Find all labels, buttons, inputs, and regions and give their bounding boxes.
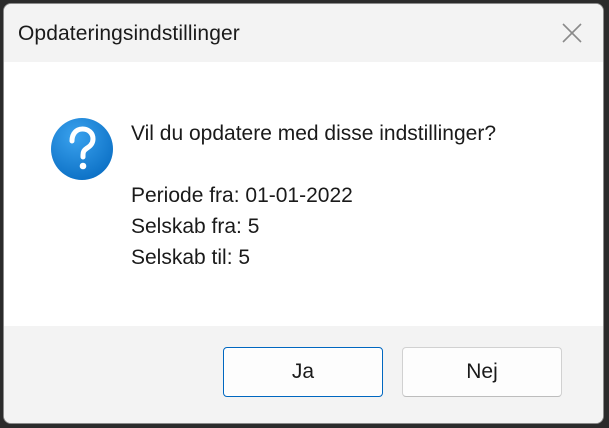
close-button[interactable]	[541, 4, 603, 62]
yes-button[interactable]: Ja	[223, 347, 383, 397]
button-bar: Ja Nej	[4, 326, 603, 423]
dialog-content: Vil du opdatere med disse indstillinger?…	[4, 62, 603, 326]
question-text: Vil du opdatere med disse indstillinger?	[131, 122, 496, 145]
detail-company-to: Selskab til: 5	[131, 246, 251, 269]
dialog-title: Opdateringsindstillinger	[18, 22, 240, 45]
title-bar[interactable]: Opdateringsindstillinger	[4, 4, 603, 62]
question-icon	[51, 118, 113, 180]
update-settings-dialog: Opdateringsindstillinger Vil du opdatere…	[3, 3, 604, 424]
close-icon	[562, 23, 582, 43]
detail-period-from: Periode fra: 01-01-2022	[131, 184, 353, 207]
detail-company-from: Selskab fra: 5	[131, 215, 260, 238]
message-text: Vil du opdatere med disse indstillinger?…	[131, 118, 496, 273]
no-button[interactable]: Nej	[402, 347, 562, 397]
